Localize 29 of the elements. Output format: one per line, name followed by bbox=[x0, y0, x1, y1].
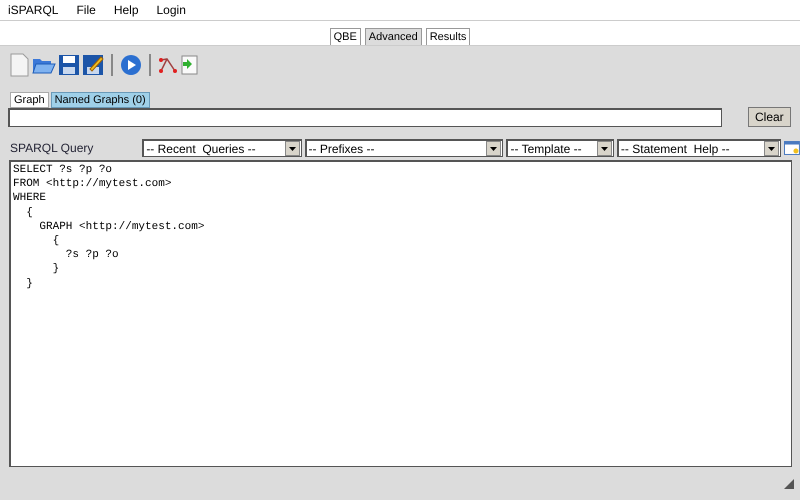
new-window-icon[interactable] bbox=[784, 141, 800, 155]
tab[interactable]: Advanced bbox=[364, 28, 422, 45]
graph-tab[interactable]: Named Graphs (0) bbox=[50, 92, 150, 108]
caret-icon[interactable] bbox=[288, 146, 296, 150]
graph-field[interactable] bbox=[8, 108, 722, 127]
dropdown[interactable]: -- Template -- bbox=[506, 139, 614, 157]
menu-item[interactable]: File bbox=[76, 3, 96, 17]
graph-icon[interactable] bbox=[158, 55, 178, 75]
dropdown[interactable]: -- Recent Queries -- bbox=[142, 139, 302, 157]
menu-item[interactable]: Login bbox=[156, 3, 186, 17]
query-editor[interactable]: SELECT ?s ?p ?o FROM <http://mytest.com> WHERE { GRAPH <http://mytest.com> { ?s ?p ?o } } bbox=[9, 160, 792, 467]
import-icon[interactable] bbox=[180, 55, 198, 75]
menu-item[interactable]: Help bbox=[114, 3, 138, 17]
query-label: SPARQL Query bbox=[10, 141, 94, 155]
save-edit-icon[interactable] bbox=[82, 54, 104, 76]
dropdown[interactable]: -- Prefixes -- bbox=[304, 139, 504, 157]
dropdown[interactable]: -- Statement Help -- bbox=[616, 139, 782, 157]
save-icon[interactable] bbox=[58, 54, 80, 76]
caret-icon[interactable] bbox=[600, 146, 608, 150]
new-file-icon[interactable] bbox=[8, 53, 30, 77]
graph-tab[interactable]: Graph bbox=[10, 92, 49, 108]
clear-button[interactable]: Clear bbox=[748, 106, 791, 126]
resize-grip-icon[interactable] bbox=[784, 479, 794, 489]
tab[interactable]: QBE bbox=[330, 28, 361, 45]
menu-item[interactable]: iSPARQL bbox=[8, 3, 58, 17]
caret-icon[interactable] bbox=[768, 146, 776, 150]
caret-icon[interactable] bbox=[490, 146, 498, 150]
run-icon[interactable] bbox=[120, 54, 142, 76]
tab[interactable]: Results bbox=[426, 28, 470, 45]
